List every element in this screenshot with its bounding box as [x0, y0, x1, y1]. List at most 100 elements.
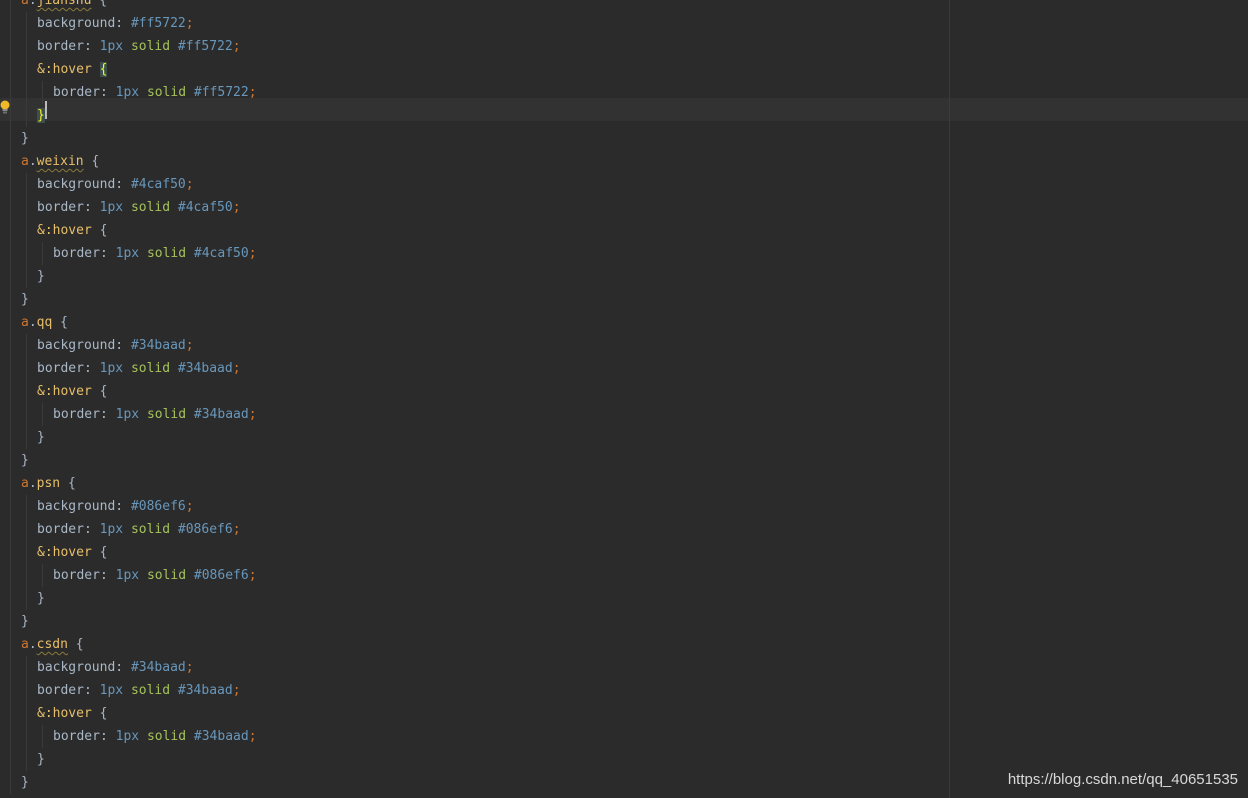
- code-line[interactable]: }: [37, 587, 45, 610]
- code-token: border: [37, 683, 84, 698]
- indent-guide: [26, 196, 27, 219]
- code-token: border: [37, 361, 84, 376]
- code-line[interactable]: }: [37, 104, 45, 127]
- code-line[interactable]: }: [3, 794, 11, 798]
- code-token: &:hover: [37, 545, 92, 560]
- code-token: :: [115, 16, 131, 31]
- code-token: 1px: [115, 407, 140, 422]
- code-line[interactable]: &:hover {: [37, 541, 107, 564]
- code-token: #34baad: [193, 407, 249, 422]
- code-line[interactable]: }: [21, 449, 29, 472]
- code-token: csdn: [36, 637, 68, 652]
- code-token: {: [91, 706, 108, 721]
- code-line[interactable]: border: 1px solid #ff5722;: [37, 35, 241, 58]
- code-token: 1px: [99, 200, 124, 215]
- code-line[interactable]: }: [21, 610, 29, 633]
- code-line[interactable]: border: 1px solid #34baad;: [37, 357, 241, 380]
- code-line[interactable]: border: 1px solid #4caf50;: [53, 242, 257, 265]
- code-line[interactable]: }: [37, 748, 45, 771]
- indent-guide: [10, 242, 11, 265]
- code-line[interactable]: }: [37, 265, 45, 288]
- code-token: }: [21, 292, 29, 307]
- code-line[interactable]: border: 1px solid #4caf50;: [37, 196, 241, 219]
- code-editor[interactable]: a.jianshu {background: #ff5722; border: 1…: [0, 0, 1248, 798]
- code-line[interactable]: background: #4caf50;: [37, 173, 194, 196]
- code-line[interactable]: background: #34baad;: [37, 656, 194, 679]
- indent-guide: [10, 472, 11, 495]
- code-token: ;: [232, 200, 241, 215]
- code-line[interactable]: background: #34baad;: [37, 334, 194, 357]
- code-token: #086ef6: [177, 522, 233, 537]
- code-token: :: [83, 522, 100, 537]
- code-token: a: [21, 476, 29, 491]
- code-line[interactable]: a.csdn {: [21, 633, 84, 656]
- code-line[interactable]: border: 1px solid #34baad;: [53, 725, 257, 748]
- code-token: solid: [130, 39, 171, 54]
- indent-guide: [10, 541, 11, 564]
- code-line[interactable]: background: #086ef6;: [37, 495, 194, 518]
- code-token: border: [53, 729, 100, 744]
- code-line[interactable]: }: [21, 288, 29, 311]
- code-token: :: [99, 85, 116, 100]
- code-token: :: [99, 729, 116, 744]
- code-line[interactable]: background: #ff5722;: [37, 12, 194, 35]
- code-token: a: [21, 315, 29, 330]
- indent-guide: [26, 541, 27, 564]
- code-line[interactable]: a.weixin {: [21, 150, 99, 173]
- code-line[interactable]: &:hover {: [37, 219, 107, 242]
- indent-guide: [26, 495, 27, 518]
- code-line[interactable]: a.psn {: [21, 472, 76, 495]
- indent-guide: [26, 12, 27, 35]
- code-token: border: [37, 200, 84, 215]
- code-token: }: [21, 131, 29, 146]
- code-line[interactable]: }: [21, 771, 29, 794]
- code-line[interactable]: border: 1px solid #34baad;: [37, 679, 241, 702]
- code-token: :: [83, 200, 100, 215]
- code-token: a: [21, 154, 29, 169]
- indent-guide: [10, 633, 11, 656]
- indent-guide: [26, 656, 27, 679]
- indent-guide: [10, 35, 11, 58]
- code-token: #34baad: [177, 683, 233, 698]
- code-token: #4caf50: [177, 200, 233, 215]
- indent-guide: [26, 81, 27, 104]
- code-token: 1px: [99, 522, 124, 537]
- code-token: }: [37, 269, 45, 284]
- code-token: .: [28, 315, 37, 330]
- code-token: }: [37, 108, 45, 123]
- code-line[interactable]: border: 1px solid #ff5722;: [53, 81, 257, 104]
- code-token: {: [91, 223, 108, 238]
- code-token: 1px: [115, 729, 140, 744]
- code-token: .: [28, 476, 37, 491]
- indent-guide: [26, 403, 27, 426]
- code-token: #086ef6: [130, 499, 186, 514]
- code-line[interactable]: }: [37, 426, 45, 449]
- watermark: https://blog.csdn.net/qq_40651535: [1007, 771, 1238, 788]
- code-line[interactable]: a.qq {: [21, 311, 68, 334]
- code-line[interactable]: }: [21, 127, 29, 150]
- indent-guide: [10, 219, 11, 242]
- code-line[interactable]: border: 1px solid #086ef6;: [37, 518, 241, 541]
- code-token: #4caf50: [193, 246, 249, 261]
- indent-guide: [42, 403, 43, 426]
- code-token: background: [37, 499, 116, 514]
- code-token: :: [115, 499, 131, 514]
- code-line[interactable]: border: 1px solid #34baad;: [53, 403, 257, 426]
- code-token: {: [99, 62, 108, 77]
- code-line[interactable]: &:hover {: [37, 380, 107, 403]
- code-token: 1px: [99, 683, 124, 698]
- code-token: border: [53, 568, 100, 583]
- indent-guide: [10, 288, 11, 311]
- code-line[interactable]: a.jianshu {: [21, 0, 107, 12]
- code-token: ;: [232, 39, 241, 54]
- indent-guide: [26, 679, 27, 702]
- code-token: weixin: [36, 154, 84, 169]
- code-token: border: [37, 522, 84, 537]
- code-token: }: [21, 453, 29, 468]
- code-line[interactable]: &:hover {: [37, 58, 108, 81]
- code-line[interactable]: &:hover {: [37, 702, 107, 725]
- code-line[interactable]: border: 1px solid #086ef6;: [53, 564, 257, 587]
